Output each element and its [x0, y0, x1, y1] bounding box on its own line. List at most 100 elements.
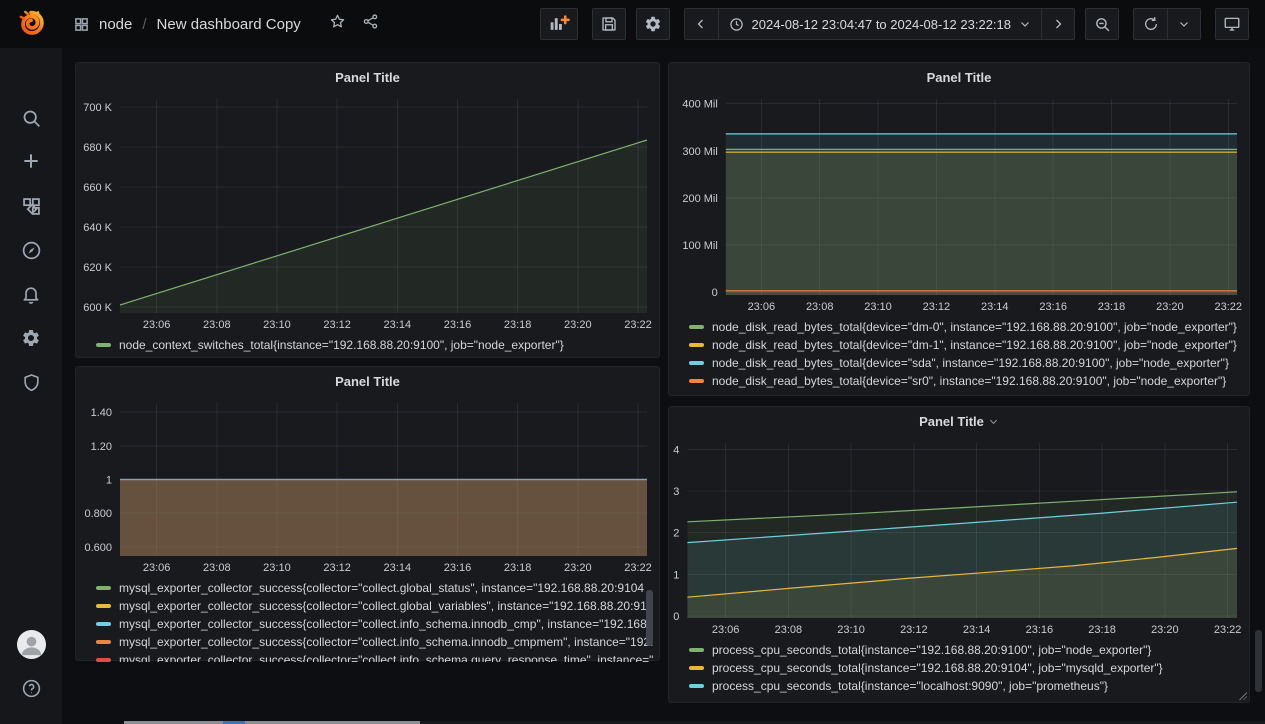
save-dashboard-button[interactable] — [592, 8, 626, 40]
legend-series-marker — [689, 666, 704, 670]
svg-text:23:18: 23:18 — [1088, 624, 1116, 636]
legend-item[interactable]: process_cpu_seconds_total{instance="loca… — [689, 677, 1243, 695]
legend-item[interactable]: mysql_exporter_collector_success{collect… — [96, 597, 653, 615]
svg-text:1.40: 1.40 — [91, 407, 112, 419]
breadcrumb-section[interactable]: node — [99, 16, 132, 33]
svg-text:23:22: 23:22 — [624, 562, 652, 574]
legend-series-marker — [96, 604, 111, 608]
svg-text:0: 0 — [712, 287, 718, 299]
panel-header[interactable]: Panel Title — [76, 367, 659, 395]
legend-series-label: process_cpu_seconds_total{instance="192.… — [712, 661, 1163, 675]
legend-series-marker — [689, 325, 704, 329]
svg-text:23:06: 23:06 — [748, 301, 776, 313]
svg-text:23:12: 23:12 — [900, 624, 928, 636]
time-range-button[interactable]: 2024-08-12 23:04:47 to 2024-08-12 23:22:… — [718, 8, 1042, 40]
svg-text:1.20: 1.20 — [91, 441, 112, 453]
server-admin-shield-icon[interactable] — [0, 364, 62, 400]
svg-text:600 K: 600 K — [83, 302, 112, 314]
refresh-button[interactable] — [1133, 8, 1167, 40]
timeseries-chart[interactable]: 23:0623:0823:1023:1223:1423:1623:1823:20… — [669, 435, 1249, 638]
create-plus-icon[interactable] — [0, 143, 62, 179]
legend-item[interactable]: node_disk_read_bytes_total{device="sr0",… — [689, 372, 1243, 390]
timeseries-chart[interactable]: 23:0623:0823:1023:1223:1423:1623:1823:20… — [76, 91, 659, 333]
svg-text:3: 3 — [673, 486, 679, 498]
legend-item[interactable]: mysql_exporter_collector_success{collect… — [96, 651, 653, 662]
svg-text:23:16: 23:16 — [444, 319, 472, 331]
panel-title: Panel Title — [335, 374, 400, 389]
svg-text:680 K: 680 K — [83, 142, 112, 154]
grafana-logo[interactable] — [0, 0, 62, 48]
time-picker-group: 2024-08-12 23:04:47 to 2024-08-12 23:22:… — [684, 8, 1076, 40]
explore-compass-icon[interactable] — [0, 232, 62, 268]
legend-series-label: node_disk_read_bytes_total{device="dm-1"… — [712, 338, 1237, 352]
timeseries-chart[interactable]: 23:0623:0823:1023:1223:1423:1623:1823:20… — [669, 91, 1249, 315]
time-shift-forward-button[interactable] — [1041, 8, 1075, 40]
svg-text:400 Mil: 400 Mil — [682, 99, 717, 111]
legend-scrollbar[interactable] — [646, 590, 653, 646]
svg-text:23:14: 23:14 — [384, 562, 412, 574]
share-icon[interactable] — [362, 13, 379, 35]
svg-text:660 K: 660 K — [83, 182, 112, 194]
panel-title: Panel Title — [927, 70, 992, 85]
dashboard-title[interactable]: New dashboard Copy — [157, 16, 301, 33]
panel: Panel Title 23:0623:0823:1023:1223:1423:… — [75, 366, 660, 661]
breadcrumb: node / New dashboard Copy — [74, 13, 379, 35]
add-panel-button[interactable] — [540, 8, 578, 40]
legend-series-marker — [96, 640, 111, 644]
top-navbar: node / New dashboard Copy — [0, 0, 1265, 48]
legend-series-label: node_context_switches_total{instance="19… — [119, 338, 564, 352]
panel-menu-caret-icon — [988, 416, 999, 427]
time-shift-back-button[interactable] — [684, 8, 718, 40]
panel-title: Panel Title — [919, 414, 984, 429]
page-scrollbar[interactable] — [1255, 630, 1262, 692]
svg-text:1: 1 — [673, 569, 679, 581]
dashboard-grid-icon — [74, 17, 89, 32]
legend-item[interactable]: process_cpu_seconds_total{instance="192.… — [689, 641, 1243, 659]
panel-header[interactable]: Panel Title — [669, 407, 1249, 435]
svg-text:23:16: 23:16 — [1039, 301, 1067, 313]
legend-item[interactable]: node_disk_read_bytes_total{device="dm-0"… — [689, 318, 1243, 336]
user-avatar[interactable] — [0, 626, 62, 662]
svg-text:100 Mil: 100 Mil — [682, 240, 717, 252]
legend-series-marker — [689, 648, 704, 652]
help-question-icon[interactable] — [0, 670, 62, 706]
svg-text:23:16: 23:16 — [444, 562, 472, 574]
chart-legend: node_context_switches_total{instance="19… — [76, 333, 659, 359]
chart-legend: process_cpu_seconds_total{instance="192.… — [669, 638, 1249, 704]
grafana-app: node / New dashboard Copy — [0, 0, 1265, 724]
search-icon[interactable] — [0, 100, 62, 136]
legend-series-marker — [96, 343, 111, 347]
panel-header[interactable]: Panel Title — [669, 63, 1249, 91]
legend-series-label: node_disk_read_bytes_total{device="sr0",… — [712, 374, 1226, 388]
panel-resize-handle[interactable] — [1239, 692, 1247, 700]
legend-series-marker — [96, 622, 111, 626]
legend-item[interactable]: node_disk_read_bytes_total{device="sda",… — [689, 354, 1243, 372]
alerting-bell-icon[interactable] — [0, 276, 62, 312]
legend-item[interactable]: node_disk_read_bytes_total{device="dm-1"… — [689, 336, 1243, 354]
panel-header[interactable]: Panel Title — [76, 63, 659, 91]
legend-series-marker — [689, 684, 704, 688]
svg-text:23:14: 23:14 — [981, 301, 1009, 313]
configuration-gear-icon[interactable] — [0, 320, 62, 356]
dashboards-icon[interactable] — [0, 188, 62, 224]
kiosk-monitor-button[interactable] — [1215, 8, 1249, 40]
panel: Panel Title 23:0623:0823:1023:1223:1423:… — [668, 62, 1250, 396]
svg-text:0.600: 0.600 — [84, 542, 112, 554]
legend-item[interactable]: mysql_exporter_collector_success{collect… — [96, 615, 653, 633]
svg-text:23:12: 23:12 — [323, 562, 351, 574]
svg-text:620 K: 620 K — [83, 262, 112, 274]
zoom-out-time-button[interactable] — [1085, 8, 1119, 40]
legend-item[interactable]: mysql_exporter_collector_success{collect… — [96, 633, 653, 651]
legend-item[interactable]: mysql_exporter_collector_success{collect… — [96, 579, 653, 597]
timeseries-chart[interactable]: 23:0623:0823:1023:1223:1423:1623:1823:20… — [76, 395, 659, 576]
legend-series-label: node_disk_read_bytes_total{device="dm-0"… — [712, 320, 1237, 334]
star-icon[interactable] — [329, 13, 346, 35]
svg-text:23:20: 23:20 — [564, 319, 592, 331]
legend-series-label: mysql_exporter_collector_success{collect… — [119, 599, 647, 613]
dashboard-settings-button[interactable] — [636, 8, 670, 40]
refresh-interval-caret-button[interactable] — [1167, 8, 1201, 40]
legend-item[interactable]: process_cpu_seconds_total{instance="192.… — [689, 659, 1243, 677]
legend-item[interactable]: node_context_switches_total{instance="19… — [96, 336, 653, 354]
svg-text:23:22: 23:22 — [1214, 301, 1242, 313]
legend-series-marker — [689, 343, 704, 347]
